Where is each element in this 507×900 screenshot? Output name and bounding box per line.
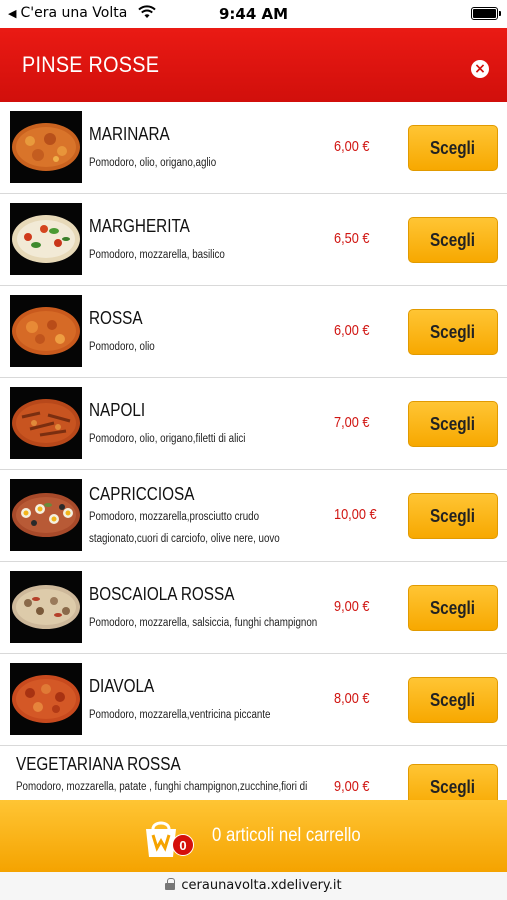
item-description-line-2: stagionato,cuori di carciofo, olive nere… [89, 533, 280, 545]
lock-icon [165, 878, 176, 890]
choose-button[interactable]: Scegli [408, 401, 498, 447]
item-name: CAPRICCIOSA [89, 484, 195, 504]
choose-button-label: Scegli [430, 777, 476, 797]
choose-button[interactable]: Scegli [408, 217, 498, 263]
item-price: 6,50 € [334, 230, 370, 247]
item-description: Pomodoro, mozzarella,ventricina piccante [89, 709, 271, 721]
item-description: Pomodoro, mozzarella, basilico [89, 249, 225, 261]
pinsa-capricciosa-photo [10, 479, 82, 551]
close-icon[interactable]: × [471, 60, 489, 78]
category-header: PINSE ROSSE × [0, 28, 507, 102]
item-description: Pomodoro, mozzarella, salsiccia, funghi … [89, 617, 318, 629]
url-display: ceraunavolta.xdelivery.it [165, 878, 342, 893]
status-bar: ◀ C'era una Volta 9:44 AM [0, 0, 507, 28]
menu-item-margherita: MARGHERITA Pomodoro, mozzarella, basilic… [0, 194, 507, 286]
item-price: 6,00 € [334, 138, 370, 155]
menu-item-capricciosa: CAPRICCIOSA Pomodoro, mozzarella,prosciu… [0, 470, 507, 562]
item-price: 6,00 € [334, 322, 370, 339]
choose-button[interactable]: Scegli [408, 677, 498, 723]
item-price: 7,00 € [334, 414, 370, 431]
pinsa-napoli-photo [10, 387, 82, 459]
url-text: ceraunavolta.xdelivery.it [181, 878, 342, 893]
item-price: 10,00 € [334, 506, 377, 523]
item-price: 9,00 € [334, 598, 370, 615]
choose-button[interactable]: Scegli [408, 493, 498, 539]
pinsa-marinara-photo [10, 111, 82, 183]
item-name: NAPOLI [89, 400, 146, 420]
choose-button-label: Scegli [430, 598, 476, 618]
menu-item-vegetariana-rossa: VEGETARIANA ROSSA Pomodoro, mozzarella, … [0, 746, 507, 800]
item-name: VEGETARIANA ROSSA [16, 754, 181, 774]
item-description: Pomodoro, olio, origano,aglio [89, 157, 217, 169]
choose-button[interactable]: Scegli [408, 764, 498, 800]
choose-button-label: Scegli [430, 230, 476, 250]
menu-item-marinara: MARINARA Pomodoro, olio, origano,aglio 6… [0, 102, 507, 194]
item-name: DIAVOLA [89, 676, 155, 696]
item-description: Pomodoro, mozzarella,prosciutto crudo st… [89, 506, 319, 550]
item-name: BOSCAIOLA ROSSA [89, 584, 235, 604]
pinsa-diavola-photo [10, 663, 82, 735]
item-name: ROSSA [89, 308, 143, 328]
menu-list: MARINARA Pomodoro, olio, origano,aglio 6… [0, 102, 507, 800]
item-name: MARGHERITA [89, 216, 190, 236]
item-description: Pomodoro, mozzarella, patate , funghi ch… [16, 781, 308, 793]
choose-button-label: Scegli [430, 322, 476, 342]
choose-button[interactable]: Scegli [408, 125, 498, 171]
pinsa-margherita-photo [10, 203, 82, 275]
cart-bar[interactable]: 0 0 articoli nel carrello [0, 800, 507, 872]
item-name: MARINARA [89, 124, 170, 144]
cart-summary-label: 0 articoli nel carrello [212, 825, 361, 846]
item-price: 8,00 € [334, 690, 370, 707]
item-description: Pomodoro, olio, origano,filetti di alici [89, 433, 246, 445]
choose-button-label: Scegli [430, 414, 476, 434]
choose-button[interactable]: Scegli [408, 309, 498, 355]
status-time: 9:44 AM [218, 5, 289, 23]
choose-button-label: Scegli [430, 690, 476, 710]
choose-button-label: Scegli [430, 506, 476, 526]
item-description: Pomodoro, olio [89, 341, 155, 353]
battery-icon [471, 7, 501, 20]
cart-count-badge: 0 [172, 834, 194, 856]
menu-item-diavola: DIAVOLA Pomodoro, mozzarella,ventricina … [0, 654, 507, 746]
menu-item-boscaiola-rossa: BOSCAIOLA ROSSA Pomodoro, mozzarella, sa… [0, 562, 507, 654]
menu-item-napoli: NAPOLI Pomodoro, olio, origano,filetti d… [0, 378, 507, 470]
item-price: 9,00 € [334, 778, 370, 795]
choose-button-label: Scegli [430, 138, 476, 158]
item-description-line-1: Pomodoro, mozzarella,prosciutto crudo [89, 511, 260, 523]
browser-url-bar[interactable]: ceraunavolta.xdelivery.it [0, 872, 507, 900]
choose-button[interactable]: Scegli [408, 585, 498, 631]
category-title: PINSE ROSSE [22, 52, 160, 77]
menu-item-rossa: ROSSA Pomodoro, olio 6,00 € Scegli [0, 286, 507, 378]
pinsa-boscaiola-photo [10, 571, 82, 643]
pinsa-rossa-photo [10, 295, 82, 367]
